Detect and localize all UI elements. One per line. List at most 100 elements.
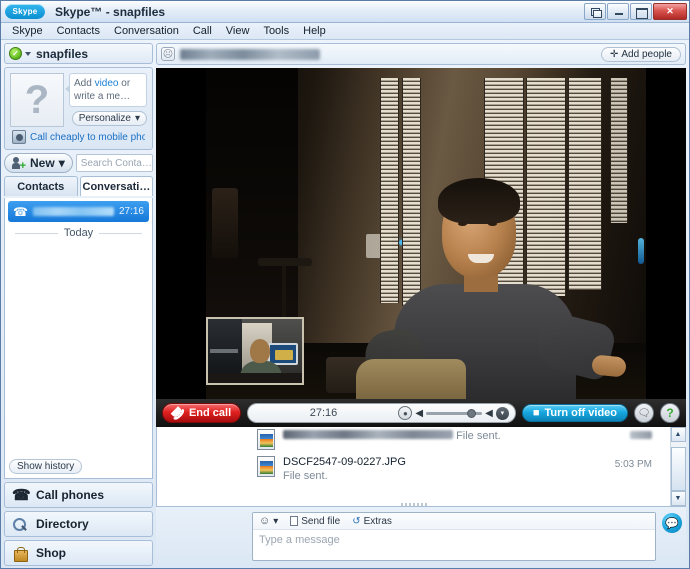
message-compose-box[interactable]: ☺ ▾ Send file ↺ Extras Type a message <box>252 512 656 561</box>
menu-item-view[interactable]: View <box>219 24 257 38</box>
menu-item-skype[interactable]: Skype <box>5 24 50 38</box>
audio-controls: ● ◀ ◀ ▾ <box>398 406 509 420</box>
message-time-redacted <box>630 431 652 439</box>
menu-item-tools[interactable]: Tools <box>256 24 296 38</box>
list-item[interactable]: File sent. <box>157 429 662 453</box>
message-time: 5:03 PM <box>614 459 652 470</box>
local-video-preview[interactable] <box>206 317 304 385</box>
window-blind-icon <box>610 78 628 223</box>
date-separator-label: Today <box>63 227 94 239</box>
new-contact-row: + New ▾ Search Conta… <box>4 153 153 173</box>
list-item[interactable]: ☎ 27:16 <box>8 201 149 222</box>
image-file-icon <box>257 456 275 477</box>
contact-name-redacted <box>32 207 114 216</box>
end-call-label: End call <box>188 407 232 419</box>
shopping-bag-icon <box>12 546 29 562</box>
extras-button[interactable]: ↺ Extras <box>352 516 392 527</box>
chevron-down-icon[interactable]: ▾ <box>495 406 509 420</box>
add-people-button[interactable]: ✛ Add people <box>601 46 681 62</box>
sidebar-item-shop[interactable]: Shop <box>4 540 153 566</box>
menu-item-contacts[interactable]: Contacts <box>50 24 107 38</box>
magnifier-icon <box>12 517 29 532</box>
call-timer-panel: 27:16 ● ◀ ◀ ▾ <box>247 403 516 423</box>
scroll-down-button[interactable]: ▼ <box>670 491 686 506</box>
resize-handle[interactable] <box>400 503 427 506</box>
menu-item-help[interactable]: Help <box>296 24 333 38</box>
pip-desk <box>208 373 302 383</box>
emoticon-picker-button[interactable]: ☺ ▾ <box>259 515 278 527</box>
add-user-icon: + <box>12 156 26 171</box>
volume-low-icon: ◀ <box>415 407 424 419</box>
telephone-icon <box>12 488 29 503</box>
mood-prefix: Add <box>74 78 95 89</box>
sidebar-item-directory[interactable]: Directory <box>4 511 153 537</box>
video-camera-icon: ■ <box>532 407 540 419</box>
chat-bubble-muted-icon[interactable]: 🗨 <box>634 403 654 423</box>
scrollbar-thumb[interactable] <box>670 447 686 491</box>
tab-contacts[interactable]: Contacts <box>4 176 78 196</box>
microphone-icon[interactable]: ● <box>398 406 413 420</box>
presence-selector[interactable]: ✓ snapfiles <box>4 43 153 64</box>
volume-slider-knob[interactable] <box>467 408 477 418</box>
maximize-window-button[interactable] <box>630 3 652 20</box>
chat-transcript: File sent. DSCF2547-09-0227.JPG File sen… <box>156 427 686 507</box>
video-stool <box>258 258 312 266</box>
window-blind-icon <box>402 78 421 306</box>
call-toolbar: ☎ End call 27:16 ● ◀ ◀ ▾ ■ Turn off vide… <box>156 399 686 427</box>
send-message-icon[interactable]: 💬 <box>662 513 682 533</box>
personalize-button[interactable]: Personalize ▾ <box>71 111 147 126</box>
volume-high-icon: ◀ <box>485 407 493 419</box>
file-status: File sent. <box>456 430 501 442</box>
scroll-up-button[interactable]: ▲ <box>670 427 686 442</box>
pip-person-head <box>250 339 270 363</box>
chat-scroll-region[interactable]: File sent. DSCF2547-09-0227.JPG File sen… <box>157 427 670 506</box>
call-cheaply-link[interactable]: Call cheaply to mobile phon… <box>30 132 145 143</box>
window-blind-icon <box>568 78 602 290</box>
show-history-button[interactable]: Show history <box>9 459 83 474</box>
search-contacts-input[interactable]: Search Conta… <box>75 154 153 172</box>
avatar[interactable]: ? <box>10 73 64 127</box>
chevron-down-icon: ▾ <box>58 156 65 170</box>
minimize-window-button[interactable] <box>607 3 629 20</box>
shop-label: Shop <box>36 546 66 560</box>
mood-message-bubble[interactable]: Add video or write a me… <box>65 73 147 107</box>
conversation-title-redacted <box>180 48 320 60</box>
plus-icon: ✛ <box>610 48 619 60</box>
chevron-down-icon: ▾ <box>273 515 279 527</box>
menu-item-conversation[interactable]: Conversation <box>107 24 186 38</box>
compose-toolbar: ☺ ▾ Send file ↺ Extras <box>253 513 655 530</box>
chat-scrollbar[interactable]: ▲ ▼ <box>670 427 686 506</box>
video-person-legs <box>356 359 466 399</box>
file-status: File sent. <box>283 470 328 482</box>
end-call-button[interactable]: ☎ End call <box>162 403 242 423</box>
window-controls: ✕ <box>584 3 687 20</box>
close-window-button[interactable]: ✕ <box>653 3 687 20</box>
new-button[interactable]: + New ▾ <box>4 153 73 173</box>
directory-label: Directory <box>36 517 89 531</box>
filename-redacted <box>283 430 453 439</box>
video-stage[interactable] <box>156 68 686 399</box>
list-item[interactable]: DSCF2547-09-0227.JPG File sent. 5:03 PM <box>157 453 662 486</box>
phone-icon: ☎ <box>13 204 28 219</box>
extras-label: Extras <box>363 515 392 527</box>
extras-icon: ↺ <box>352 515 361 527</box>
menu-bar: Skype Contacts Conversation Call View To… <box>1 23 689 40</box>
turn-off-video-button[interactable]: ■ Turn off video <box>521 404 628 422</box>
message-input[interactable]: Type a message <box>253 530 655 560</box>
main-body: ✓ snapfiles ? Add video or write a me… P… <box>1 40 689 569</box>
volume-slider[interactable] <box>426 408 483 418</box>
add-video-link[interactable]: video <box>95 78 119 89</box>
restore-window-button[interactable] <box>584 3 606 20</box>
video-person-eye <box>458 222 467 226</box>
sidebar-item-call-phones[interactable]: Call phones <box>4 482 153 508</box>
window-blind-icon <box>526 78 566 296</box>
send-file-label: Send file <box>301 515 341 527</box>
call-cheaply-promo[interactable]: Call cheaply to mobile phon… <box>10 127 147 144</box>
call-phones-label: Call phones <box>36 488 105 502</box>
send-file-button[interactable]: Send file <box>290 516 340 527</box>
conversation-header: ☹ ✛ Add people <box>156 43 686 65</box>
question-mark-icon[interactable]: ? <box>660 403 680 423</box>
chevron-down-icon: ▾ <box>134 113 140 124</box>
menu-item-call[interactable]: Call <box>186 24 219 38</box>
tab-conversations[interactable]: Conversati… <box>79 176 153 196</box>
